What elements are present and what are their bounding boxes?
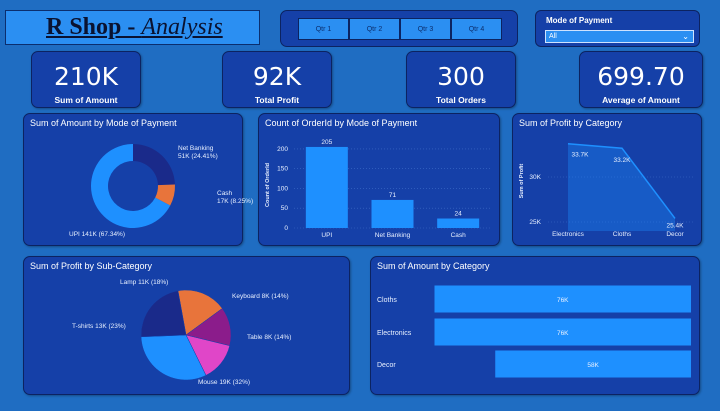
- x-tick-label: Net Banking: [375, 232, 411, 239]
- kpi-sum-of-amount: 210K Sum of Amount: [31, 51, 141, 108]
- y-tick-label: 30K: [529, 174, 541, 181]
- kpi-value: 300: [437, 62, 485, 91]
- data-label: 71: [389, 192, 397, 199]
- data-label: 24: [455, 211, 463, 218]
- quarter-button-2[interactable]: Qtr 2: [349, 18, 400, 40]
- quarter-slicer: Qtr 1 Qtr 2 Qtr 3 Qtr 4: [280, 10, 518, 47]
- x-tick-label: Cash: [451, 232, 467, 239]
- y-tick-label: 200: [277, 146, 288, 153]
- y-tick-label: 100: [277, 185, 288, 192]
- kpi-total-profit: 92K Total Profit: [222, 51, 332, 108]
- kpi-total-orders: 300 Total Orders: [406, 51, 516, 108]
- payment-mode-selected: All: [549, 33, 557, 40]
- pie-slice-t-shirts: [140, 290, 187, 338]
- category-label: Cloths: [377, 297, 397, 304]
- bar-cash: [437, 218, 480, 228]
- label-cash: Cash 17K (8.25%): [217, 190, 254, 205]
- kpi-value: 699.70: [597, 62, 685, 91]
- x-tick-label: Cloths: [613, 231, 632, 238]
- data-label: 33.2K: [614, 157, 632, 164]
- y-tick-label: 0: [284, 225, 288, 232]
- label-keyboard: Keyboard 8K (14%): [232, 293, 289, 300]
- label-upi: UPI 141K (67.34%): [69, 231, 126, 238]
- category-label: Electronics: [377, 330, 412, 337]
- x-tick-label: UPI: [321, 232, 332, 239]
- orders-bar-chart: 0 50 100 150 200 Count of OrderId 205 UPI 71 Net …: [265, 139, 491, 239]
- panel-orders-by-payment: Count of OrderId by Mode of Payment 0 50 1…: [258, 113, 500, 246]
- panel-profit-by-subcategory: Sum of Profit by Sub-Category Lamp 11K (…: [23, 256, 350, 395]
- y-axis-label: Sum of Profit: [519, 164, 525, 199]
- quarter-button-3[interactable]: Qtr 3: [400, 18, 451, 40]
- x-tick-label: Electronics: [552, 231, 585, 238]
- chevron-down-icon: ⌄: [682, 32, 689, 41]
- kpi-caption: Total Orders: [436, 95, 486, 105]
- bar-upi: [305, 146, 348, 228]
- label-lamp: Lamp 11K (18%): [120, 279, 169, 286]
- kpi-caption: Total Profit: [254, 95, 300, 105]
- data-label: 76K: [557, 297, 569, 304]
- data-label: 205: [321, 139, 332, 146]
- data-label: 76K: [557, 330, 569, 337]
- kpi-caption: Average of Amount: [602, 95, 680, 105]
- label-table: Table 8K (14%): [247, 334, 292, 341]
- payment-mode-filter: Mode of Payment All ⌄: [535, 10, 700, 47]
- y-tick-label: 25K: [529, 219, 541, 226]
- y-tick-label: 150: [277, 166, 288, 173]
- data-label: 33.7K: [572, 152, 590, 159]
- label-net-banking: Net Banking 51K (24.41%): [178, 145, 218, 160]
- kpi-caption: Sum of Amount: [54, 95, 118, 105]
- dashboard-title: R Shop - Analysis: [46, 14, 223, 40]
- amount-hbar-chart: Cloths 76K Electronics 76K Decor 58K: [377, 285, 691, 378]
- donut-chart: [91, 144, 175, 228]
- y-axis-label: Count of OrderId: [265, 163, 271, 207]
- panel-amount-by-payment: Sum of Amount by Mode of Payment Net Ban…: [23, 113, 253, 246]
- label-tshirts: T-shirts 13K (23%): [72, 323, 126, 330]
- x-tick-label: Decor: [666, 231, 684, 238]
- bar-net-banking: [371, 199, 414, 228]
- quarter-button-4[interactable]: Qtr 4: [451, 18, 502, 40]
- panel-profit-by-category: Sum of Profit by Category 25K 30K Sum of P…: [512, 113, 702, 246]
- category-label: Decor: [377, 362, 396, 369]
- kpi-value: 210K: [53, 62, 119, 91]
- donut-slice-net-banking: [133, 144, 175, 186]
- data-label: 25.4K: [667, 222, 685, 229]
- kpi-average-of-amount: 699.70 Average of Amount: [579, 51, 703, 108]
- label-mouse: Mouse 19K (32%): [198, 379, 251, 386]
- quarter-button-1[interactable]: Qtr 1: [298, 18, 349, 40]
- dashboard-title-box: R Shop - Analysis: [5, 10, 260, 45]
- y-tick-label: 50: [281, 205, 289, 212]
- payment-mode-dropdown[interactable]: All ⌄: [545, 30, 694, 43]
- panel-amount-by-category: Sum of Amount by Category Cloths 76K Elect…: [370, 256, 700, 395]
- data-label: 58K: [587, 362, 599, 369]
- profit-area-chart: 25K 30K Sum of Profit 33.7K Electronics 33.2K…: [519, 142, 693, 238]
- kpi-value: 92K: [252, 62, 302, 91]
- payment-mode-label: Mode of Payment: [546, 16, 613, 25]
